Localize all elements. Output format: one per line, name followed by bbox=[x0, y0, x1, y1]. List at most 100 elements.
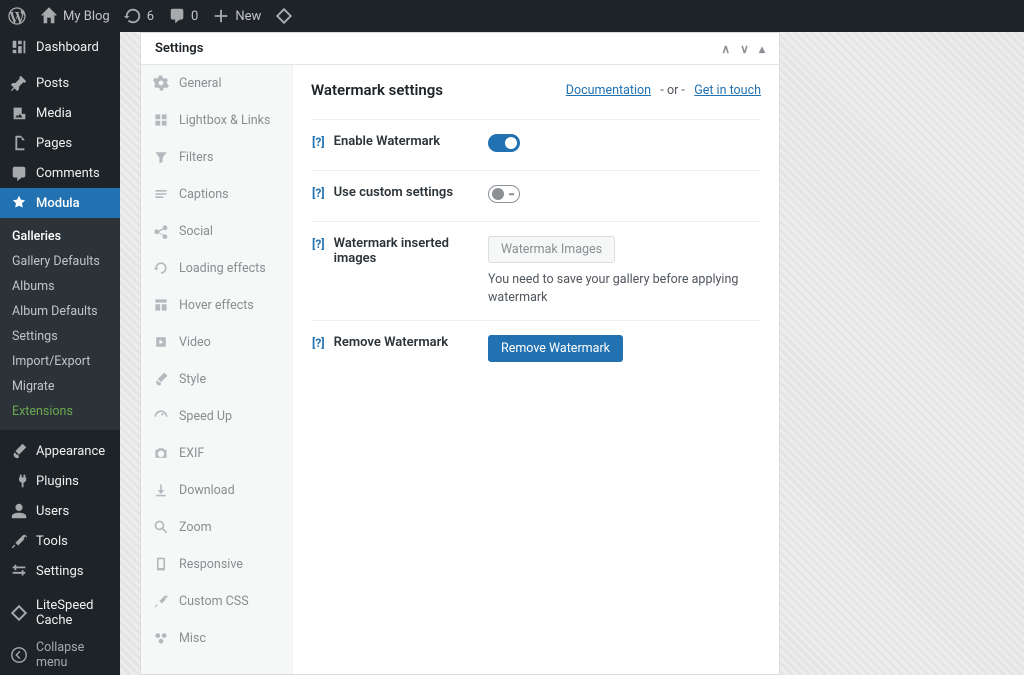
field-use-custom: [?] Use custom settings bbox=[311, 170, 761, 221]
use-custom-label: Use custom settings bbox=[334, 185, 453, 200]
submenu-import-export[interactable]: Import/Export bbox=[0, 349, 120, 374]
field-remove-watermark: [?] Remove Watermark Remove Watermark bbox=[311, 320, 761, 376]
comments-link[interactable]: 0 bbox=[168, 7, 198, 25]
menu-modula[interactable]: Modula bbox=[0, 188, 120, 218]
submenu-settings[interactable]: Settings bbox=[0, 324, 120, 349]
panel-move-down[interactable]: ∨ bbox=[740, 42, 749, 56]
home-icon bbox=[40, 7, 58, 25]
tab-responsive[interactable]: Responsive bbox=[141, 546, 292, 583]
paint-icon bbox=[153, 371, 169, 387]
menu-settings-label: Settings bbox=[36, 564, 83, 579]
menu-dashboard-label: Dashboard bbox=[36, 40, 99, 55]
tab-misc[interactable]: Misc bbox=[141, 620, 292, 657]
field-inserted-images: [?] Watermark inserted images Watermak I… bbox=[311, 221, 761, 320]
menu-tools-label: Tools bbox=[36, 534, 68, 549]
menu-litespeed[interactable]: LiteSpeed Cache bbox=[0, 592, 120, 634]
tab-lightbox[interactable]: Lightbox & Links bbox=[141, 102, 292, 139]
settings-heading: Watermark settings bbox=[311, 81, 443, 99]
menu-comments-label: Comments bbox=[36, 166, 100, 181]
plug-icon bbox=[10, 472, 28, 490]
remove-watermark-button[interactable]: Remove Watermark bbox=[488, 335, 623, 362]
litespeed-ab-icon[interactable] bbox=[275, 7, 293, 25]
remove-watermark-label: Remove Watermark bbox=[334, 335, 449, 350]
use-custom-toggle[interactable] bbox=[488, 185, 520, 203]
tab-general[interactable]: General bbox=[141, 65, 292, 102]
grid-icon bbox=[153, 112, 169, 128]
submenu-albums[interactable]: Albums bbox=[0, 274, 120, 299]
submenu-extensions[interactable]: Extensions bbox=[0, 399, 120, 424]
documentation-link[interactable]: Documentation bbox=[566, 83, 651, 98]
menu-plugins[interactable]: Plugins bbox=[0, 466, 120, 496]
submenu-migrate[interactable]: Migrate bbox=[0, 374, 120, 399]
menu-dashboard[interactable]: Dashboard bbox=[0, 32, 120, 62]
tab-filters[interactable]: Filters bbox=[141, 139, 292, 176]
tab-speedup[interactable]: Speed Up bbox=[141, 398, 292, 435]
menu-appearance[interactable]: Appearance bbox=[0, 436, 120, 466]
list-icon bbox=[153, 186, 169, 202]
submenu-galleries[interactable]: Galleries bbox=[0, 224, 120, 249]
menu-users-label: Users bbox=[36, 504, 69, 519]
submenu-album-defaults[interactable]: Album Defaults bbox=[0, 299, 120, 324]
menu-media-label: Media bbox=[36, 106, 72, 121]
get-in-touch-link[interactable]: Get in touch bbox=[694, 83, 761, 98]
pin-icon bbox=[10, 74, 28, 92]
gear-icon bbox=[153, 75, 169, 91]
menu-pages[interactable]: Pages bbox=[0, 128, 120, 158]
tab-zoom[interactable]: Zoom bbox=[141, 509, 292, 546]
help-icon[interactable]: [?] bbox=[311, 335, 326, 351]
inserted-images-label: Watermark inserted images bbox=[334, 236, 476, 266]
collapse-label: Collapse menu bbox=[36, 640, 112, 670]
wp-logo[interactable] bbox=[8, 7, 26, 25]
menu-settings[interactable]: Settings bbox=[0, 556, 120, 586]
panel-move-up[interactable]: ∧ bbox=[721, 42, 730, 56]
content-background: Settings ∧ ∨ ▴ General Lightbox & Links … bbox=[120, 32, 1024, 675]
settings-content: Watermark settings Documentation - or - … bbox=[293, 65, 779, 674]
comments-icon bbox=[168, 7, 186, 25]
menu-tools[interactable]: Tools bbox=[0, 526, 120, 556]
site-name-link[interactable]: My Blog bbox=[40, 7, 110, 25]
menu-posts[interactable]: Posts bbox=[0, 68, 120, 98]
layout-icon bbox=[153, 297, 169, 313]
play-icon bbox=[153, 334, 169, 350]
tab-video[interactable]: Video bbox=[141, 324, 292, 361]
menu-comments[interactable]: Comments bbox=[0, 158, 120, 188]
page-icon bbox=[10, 134, 28, 152]
wordpress-icon bbox=[8, 7, 26, 25]
new-link[interactable]: New bbox=[212, 7, 261, 25]
tab-hover[interactable]: Hover effects bbox=[141, 287, 292, 324]
tab-download[interactable]: Download bbox=[141, 472, 292, 509]
menu-users[interactable]: Users bbox=[0, 496, 120, 526]
comment-icon bbox=[10, 164, 28, 182]
new-label: New bbox=[235, 9, 261, 24]
tab-exif[interactable]: EXIF bbox=[141, 435, 292, 472]
enable-watermark-toggle[interactable] bbox=[488, 134, 520, 152]
menu-appearance-label: Appearance bbox=[36, 444, 105, 459]
search-icon bbox=[153, 519, 169, 535]
plus-icon bbox=[212, 7, 230, 25]
menu-media[interactable]: Media bbox=[0, 98, 120, 128]
user-icon bbox=[10, 502, 28, 520]
panel-collapse[interactable]: ▴ bbox=[759, 42, 765, 56]
tab-customcss[interactable]: Custom CSS bbox=[141, 583, 292, 620]
tab-social[interactable]: Social bbox=[141, 213, 292, 250]
tab-style[interactable]: Style bbox=[141, 361, 292, 398]
help-icon[interactable]: [?] bbox=[311, 134, 326, 150]
share-icon bbox=[153, 223, 169, 239]
menu-litespeed-label: LiteSpeed Cache bbox=[36, 598, 112, 628]
help-icon[interactable]: [?] bbox=[311, 236, 326, 252]
settings-panel: Settings ∧ ∨ ▴ General Lightbox & Links … bbox=[140, 32, 780, 675]
tab-loading[interactable]: Loading effects bbox=[141, 250, 292, 287]
submenu-gallery-defaults[interactable]: Gallery Defaults bbox=[0, 249, 120, 274]
dashboard-icon bbox=[10, 38, 28, 56]
help-links: Documentation - or - Get in touch bbox=[566, 83, 761, 98]
help-icon[interactable]: [?] bbox=[311, 185, 326, 201]
funnel-icon bbox=[153, 149, 169, 165]
collapse-menu[interactable]: Collapse menu bbox=[0, 634, 120, 675]
watermark-images-button[interactable]: Watermak Images bbox=[488, 236, 615, 263]
panel-controls: ∧ ∨ ▴ bbox=[721, 42, 765, 56]
field-enable-watermark: [?] Enable Watermark bbox=[311, 119, 761, 170]
updates-link[interactable]: 6 bbox=[124, 7, 154, 25]
wrench-icon bbox=[10, 532, 28, 550]
misc-icon bbox=[153, 630, 169, 646]
tab-captions[interactable]: Captions bbox=[141, 176, 292, 213]
